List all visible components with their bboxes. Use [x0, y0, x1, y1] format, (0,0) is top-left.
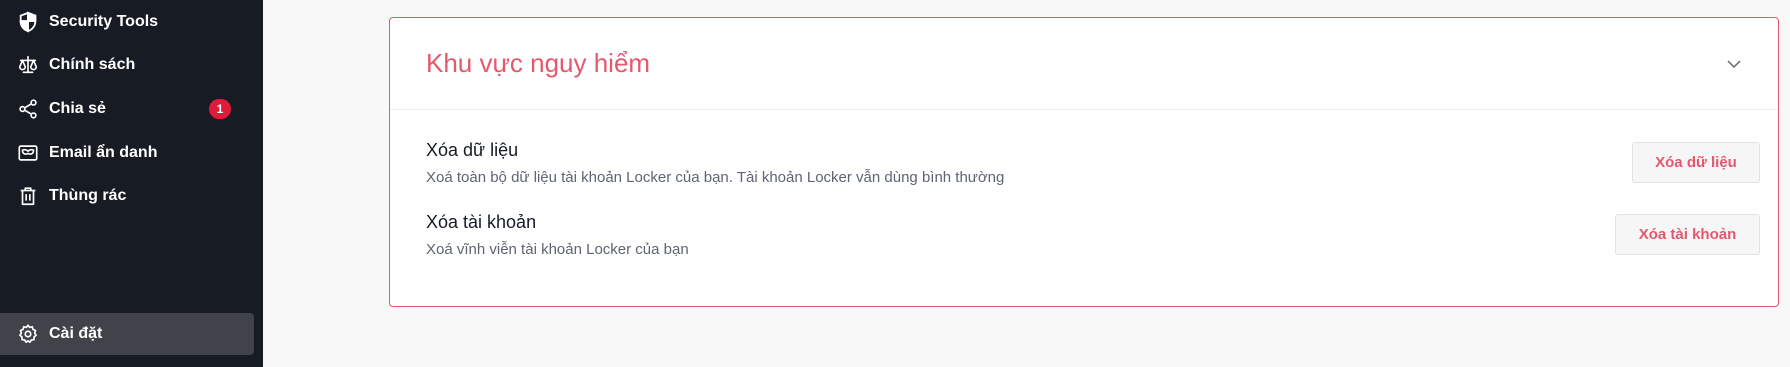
scale-icon — [16, 53, 40, 77]
sidebar-item-anonymous-email[interactable]: Email ẩn danh — [0, 132, 254, 174]
sidebar-item-security-tools[interactable]: Security Tools — [0, 1, 254, 43]
danger-zone-header[interactable]: Khu vực nguy hiểm — [390, 18, 1778, 110]
sidebar-item-label: Chia sẻ — [49, 100, 106, 117]
sidebar-item-settings[interactable]: Cài đặt — [0, 313, 254, 355]
delete-data-title: Xóa dữ liệu — [426, 140, 519, 160]
shield-icon — [16, 10, 40, 34]
delete-account-description: Xoá vĩnh viễn tài khoản Locker của bạn — [426, 241, 689, 258]
sidebar-item-share[interactable]: Chia sẻ 1 — [0, 88, 254, 130]
chevron-down-icon[interactable] — [1724, 54, 1744, 74]
delete-account-title: Xóa tài khoản — [426, 212, 537, 232]
sidebar-item-label: Email ẩn danh — [49, 144, 158, 161]
danger-zone-panel: Khu vực nguy hiểm Xóa dữ liệu Xoá toàn b… — [389, 17, 1779, 307]
sidebar-item-label: Chính sách — [49, 56, 136, 73]
delete-data-description: Xoá toàn bộ dữ liệu tài khoản Locker của… — [426, 169, 1005, 186]
sidebar-item-label: Security Tools — [49, 13, 159, 30]
sidebar-item-trash[interactable]: Thùng rác — [0, 175, 254, 217]
delete-account-button[interactable]: Xóa tài khoản — [1615, 214, 1760, 255]
trash-icon — [16, 184, 40, 208]
notification-badge: 1 — [209, 99, 231, 119]
sidebar-item-policy[interactable]: Chính sách — [0, 44, 254, 86]
delete-account-row: Xóa tài khoản Xoá vĩnh viễn tài khoản Lo… — [426, 212, 1760, 272]
delete-data-button[interactable]: Xóa dữ liệu — [1632, 142, 1760, 183]
sidebar-item-label: Thùng rác — [49, 187, 127, 204]
share-icon — [16, 97, 40, 121]
sidebar: Security Tools Chính sách Chia sẻ 1 Emai… — [0, 0, 263, 367]
mask-mail-icon — [16, 141, 40, 165]
delete-data-row: Xóa dữ liệu Xoá toàn bộ dữ liệu tài khoả… — [426, 140, 1760, 200]
danger-zone-title: Khu vực nguy hiểm — [426, 48, 651, 78]
gear-icon — [16, 322, 40, 346]
sidebar-item-label: Cài đặt — [49, 325, 103, 342]
